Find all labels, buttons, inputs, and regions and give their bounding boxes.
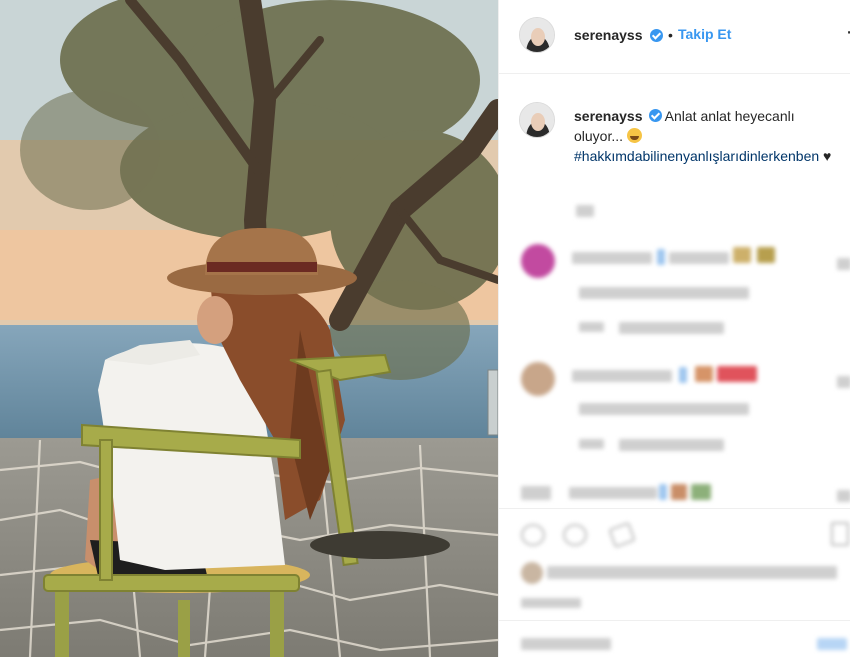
commenter-avatar (521, 362, 555, 396)
caption-hashtag[interactable]: #hakkımdabilinenyanlışlarıdinlerkenben (574, 148, 819, 164)
author-avatar[interactable] (519, 17, 555, 53)
verified-badge-icon (648, 109, 662, 122)
comment-icon[interactable] (563, 524, 587, 546)
commenter-avatar (521, 244, 555, 278)
post-sidebar: serenayss • Takip Et ⋯ serenayss Anlat a… (498, 0, 850, 657)
post-photo[interactable] (0, 0, 498, 657)
like-icon[interactable] (521, 524, 545, 546)
photo-scene (0, 0, 498, 657)
actions-divider (499, 508, 850, 509)
post-caption: serenayss Anlat anlat heyecanlı oluyor..… (574, 106, 846, 166)
share-icon[interactable] (608, 521, 636, 549)
verified-badge-icon (650, 29, 663, 42)
author-username[interactable]: serenayss (574, 27, 643, 43)
caption-avatar[interactable] (519, 102, 555, 138)
save-icon[interactable] (831, 522, 849, 546)
follow-button[interactable]: Takip Et (678, 26, 731, 42)
comment-input-divider (499, 620, 850, 621)
ellipsis-icon[interactable]: ⋯ (846, 22, 850, 43)
heart-symbol: ♥ (823, 148, 832, 164)
grimace-emoji-icon (626, 128, 642, 143)
separator-dot: • (668, 27, 673, 43)
caption-username[interactable]: serenayss (574, 108, 643, 124)
post-header: serenayss • Takip Et ⋯ (499, 0, 850, 74)
